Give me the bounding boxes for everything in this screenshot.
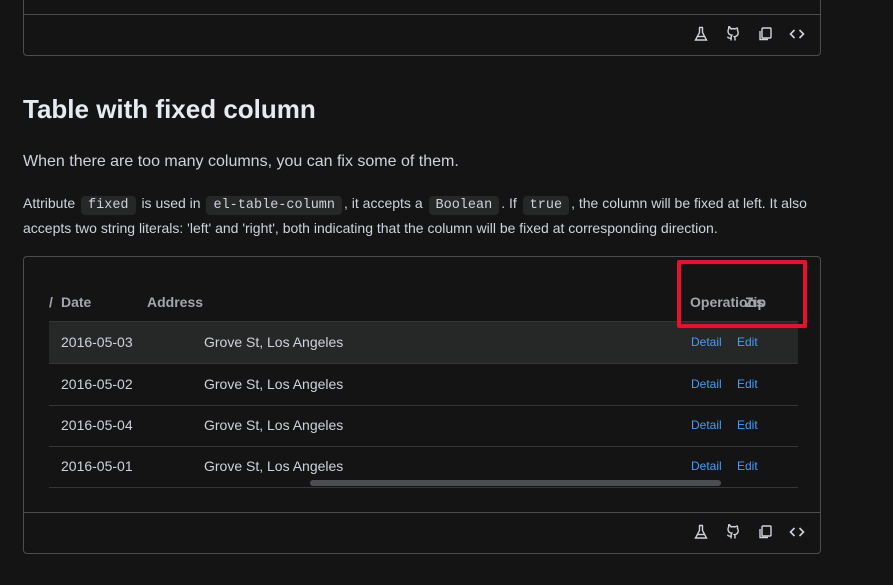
detail-link[interactable]: Detail bbox=[691, 418, 722, 433]
copy-icon[interactable] bbox=[756, 523, 774, 541]
cell-date: 2016-05-01 bbox=[61, 458, 133, 474]
demo-divider bbox=[24, 14, 820, 15]
cell-address: Grove St, Los Angeles bbox=[204, 376, 344, 392]
detail-link[interactable]: Detail bbox=[691, 335, 722, 350]
demo-toolbar bbox=[692, 523, 806, 541]
copy-icon[interactable] bbox=[756, 25, 774, 43]
code-icon[interactable] bbox=[788, 523, 806, 541]
flask-icon[interactable] bbox=[692, 523, 710, 541]
desc-text: . If bbox=[501, 195, 517, 211]
edit-link[interactable]: Edit bbox=[737, 377, 758, 392]
cell-date: 2016-05-03 bbox=[61, 334, 133, 350]
github-icon[interactable] bbox=[724, 523, 742, 541]
table-row[interactable]: 2016-05-03 Grove St, Los Angeles Detail … bbox=[49, 322, 798, 364]
cell-address: Grove St, Los Angeles bbox=[204, 458, 344, 474]
code-icon[interactable] bbox=[788, 25, 806, 43]
previous-demo-box bbox=[23, 0, 821, 56]
code-true: true bbox=[522, 196, 570, 215]
header-fixed-fragment: / bbox=[49, 294, 53, 310]
desc-text: is used in bbox=[141, 195, 201, 211]
code-boolean: Boolean bbox=[428, 196, 500, 215]
section-lead: When there are too many columns, you can… bbox=[23, 153, 459, 170]
cell-date: 2016-05-02 bbox=[61, 376, 133, 392]
demo-divider bbox=[24, 512, 820, 513]
github-icon[interactable] bbox=[724, 25, 742, 43]
desc-text: Attribute bbox=[23, 195, 76, 211]
header-address[interactable]: Address bbox=[147, 294, 203, 311]
desc-text: , it accepts a bbox=[344, 195, 423, 211]
highlight-box bbox=[677, 260, 807, 328]
horizontal-scrollbar[interactable] bbox=[310, 480, 721, 486]
header-date[interactable]: Date bbox=[61, 294, 91, 311]
edit-link[interactable]: Edit bbox=[737, 335, 758, 350]
table-row[interactable]: 2016-05-02 Grove St, Los Angeles Detail … bbox=[49, 364, 798, 406]
code-el-table-column: el-table-column bbox=[206, 196, 343, 215]
detail-link[interactable]: Detail bbox=[691, 459, 722, 474]
section-title: Table with fixed column bbox=[23, 94, 316, 124]
detail-link[interactable]: Detail bbox=[691, 377, 722, 392]
edit-link[interactable]: Edit bbox=[737, 418, 758, 433]
cell-address: Grove St, Los Angeles bbox=[204, 417, 344, 433]
edit-link[interactable]: Edit bbox=[737, 459, 758, 474]
flask-icon[interactable] bbox=[692, 25, 710, 43]
demo-toolbar bbox=[692, 25, 806, 43]
code-fixed: fixed bbox=[81, 196, 136, 215]
cell-date: 2016-05-04 bbox=[61, 417, 133, 433]
section-description: Attribute fixed is used in el-table-colu… bbox=[23, 192, 823, 240]
cell-address: Grove St, Los Angeles bbox=[204, 334, 344, 350]
table-row[interactable]: 2016-05-04 Grove St, Los Angeles Detail … bbox=[49, 405, 798, 447]
